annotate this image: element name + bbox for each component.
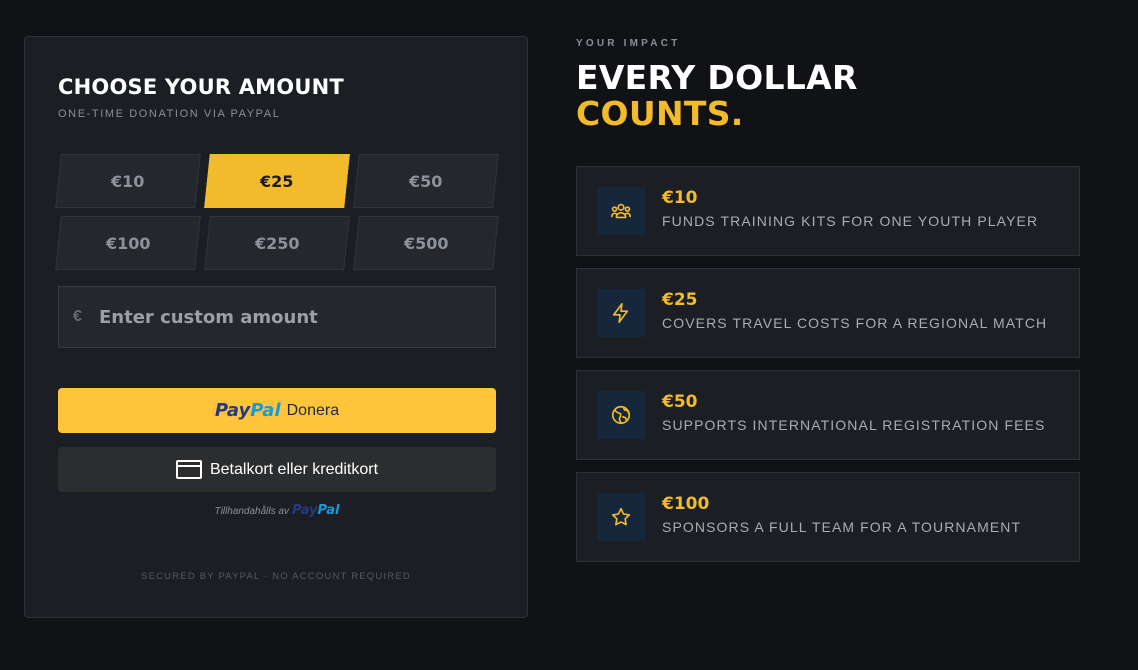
star-icon — [597, 493, 645, 541]
powered-by-text: Tillhandahålls av — [214, 506, 289, 517]
impact-item: €10 FUNDS TRAINING KITS FOR ONE YOUTH PL… — [576, 166, 1080, 256]
paypal-logo: PayPal — [215, 400, 281, 421]
paypal-logo-pay: Pay — [214, 400, 251, 421]
donation-card: CHOOSE YOUR AMOUNT ONE-TIME DONATION VIA… — [24, 36, 528, 618]
amount-option-label: €250 — [254, 233, 300, 253]
amount-option-10[interactable]: €10 — [55, 154, 201, 208]
impact-description: COVERS TRAVEL COSTS FOR A REGIONAL MATCH — [662, 315, 1048, 331]
amount-option-500[interactable]: €500 — [353, 216, 499, 270]
card-subtitle: ONE-TIME DONATION VIA PAYPAL — [58, 108, 281, 120]
paypal-donate-button[interactable]: PayPal Donera — [58, 388, 496, 433]
paypal-logo-pay: Pay — [291, 503, 318, 518]
impact-amount: €100 — [662, 494, 710, 514]
impact-heading: EVERY DOLLAR COUNTS. — [576, 60, 858, 132]
amount-option-label: €25 — [260, 171, 294, 191]
impact-description: FUNDS TRAINING KITS FOR ONE YOUTH PLAYER — [662, 213, 1039, 229]
lightning-icon — [597, 289, 645, 337]
amount-option-label: €500 — [403, 233, 449, 253]
impact-amount: €10 — [662, 188, 698, 208]
impact-heading-line2: COUNTS. — [576, 94, 744, 133]
impact-amount: €25 — [662, 290, 698, 310]
paypal-logo-pal: Pal — [317, 503, 340, 518]
impact-item: €25 COVERS TRAVEL COSTS FOR A REGIONAL M… — [576, 268, 1080, 358]
custom-amount-field[interactable]: € — [58, 286, 496, 348]
amount-option-label: €50 — [409, 171, 443, 191]
amount-option-50[interactable]: €50 — [353, 154, 499, 208]
secured-note: SECURED BY PAYPAL · NO ACCOUNT REQUIRED — [141, 571, 411, 582]
amount-option-label: €100 — [105, 233, 151, 253]
amount-option-250[interactable]: €250 — [204, 216, 350, 270]
amount-option-25[interactable]: €25 — [204, 154, 350, 208]
card-button-label: Betalkort eller kreditkort — [209, 460, 379, 478]
globe-icon — [597, 391, 645, 439]
impact-description: SUPPORTS INTERNATIONAL REGISTRATION FEES — [662, 417, 1046, 433]
paypal-logo-pal: Pal — [250, 400, 281, 421]
impact-description: SPONSORS A FULL TEAM FOR A TOURNAMENT — [662, 519, 1022, 535]
impact-item: €50 SUPPORTS INTERNATIONAL REGISTRATION … — [576, 370, 1080, 460]
impact-item: €100 SPONSORS A FULL TEAM FOR A TOURNAME… — [576, 472, 1080, 562]
amount-options: €10 €25 €50 €100 €250 €500 — [55, 154, 499, 270]
currency-symbol: € — [73, 308, 82, 325]
custom-amount-input[interactable] — [99, 287, 495, 347]
powered-by-paypal: Tillhandahålls av PayPal — [58, 503, 496, 518]
impact-heading-line1: EVERY DOLLAR — [576, 58, 858, 97]
card-payment-button[interactable]: Betalkort eller kreditkort — [58, 447, 496, 492]
amount-option-100[interactable]: €100 — [55, 216, 201, 270]
amount-option-label: €10 — [111, 171, 145, 191]
users-icon — [597, 187, 645, 235]
card-title: CHOOSE YOUR AMOUNT — [58, 75, 344, 99]
impact-eyebrow: YOUR IMPACT — [576, 38, 681, 49]
credit-card-icon — [175, 460, 202, 479]
paypal-button-label: Donera — [286, 401, 340, 419]
impact-amount: €50 — [662, 392, 698, 412]
paypal-logo-small: PayPal — [292, 503, 339, 518]
